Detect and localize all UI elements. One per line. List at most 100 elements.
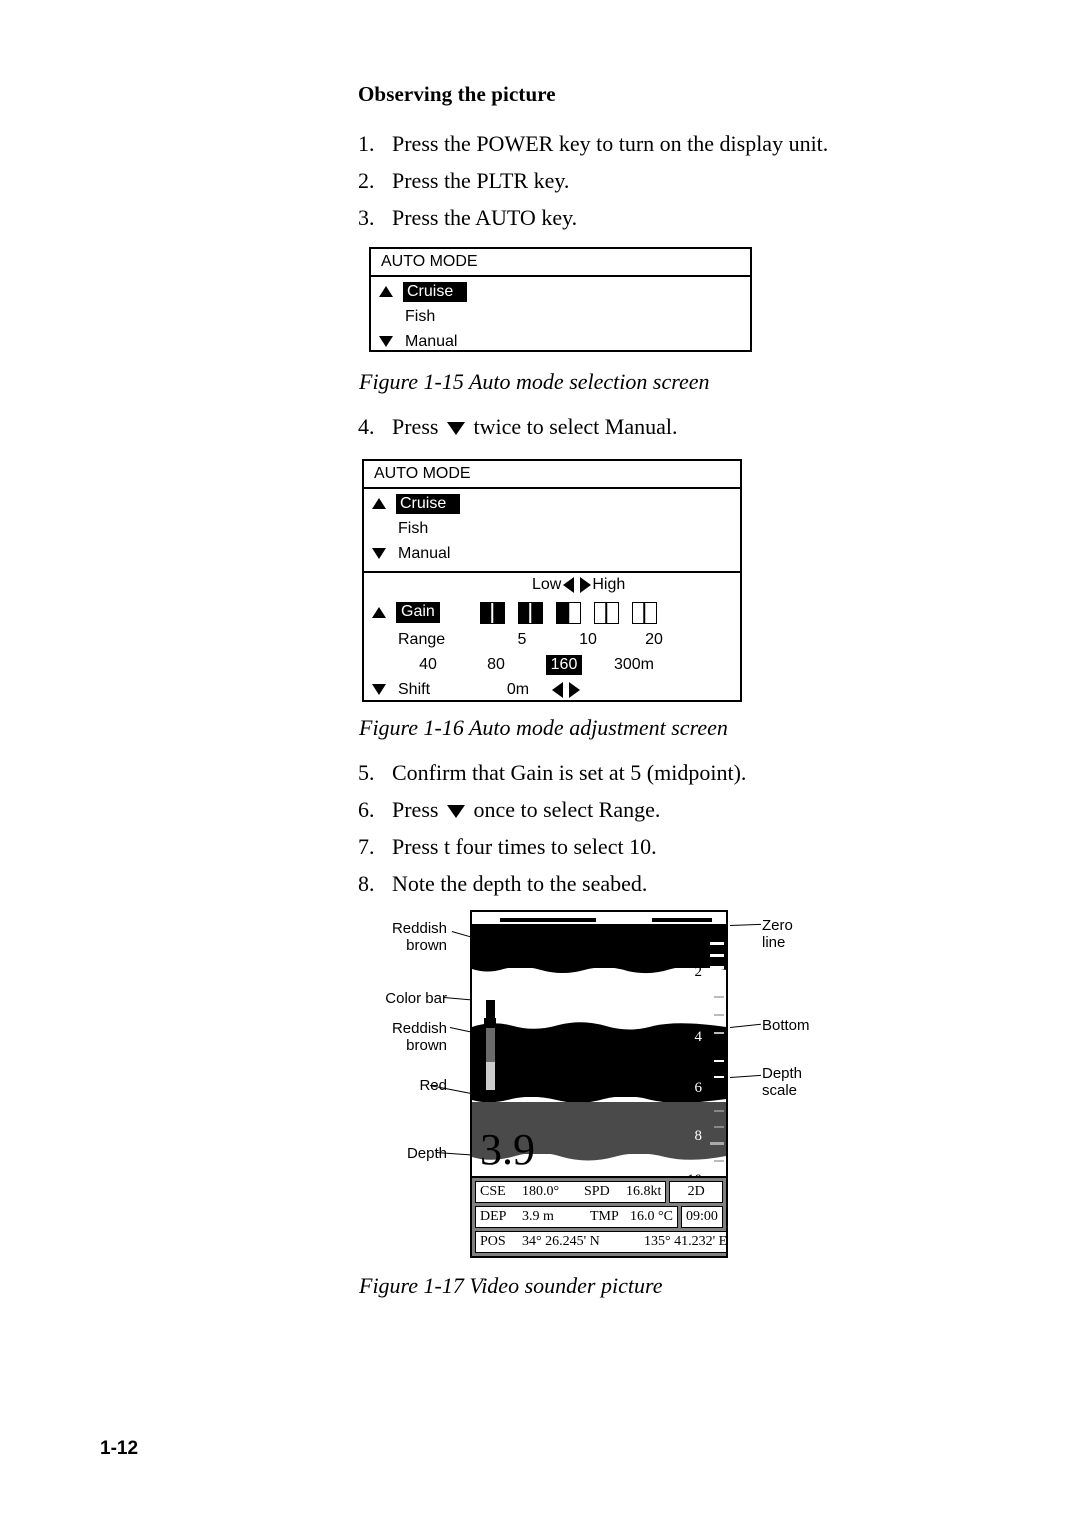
leader-line xyxy=(730,1074,761,1078)
cse-value: 180.0° xyxy=(522,1184,560,1199)
range-row-1[interactable]: Range 5 10 20 xyxy=(364,628,740,653)
gain-scale-legend: Low High xyxy=(532,576,625,594)
color-bar-top xyxy=(486,1000,495,1018)
label-depth-scale: Depth scale xyxy=(762,1065,803,1100)
range-option-80[interactable]: 80 xyxy=(468,656,524,674)
auto-mode-item-label: Fish xyxy=(398,520,429,538)
range-option-300m[interactable]: 300m xyxy=(606,656,662,674)
triangle-left-icon[interactable] xyxy=(563,576,575,593)
step-item-6: 6. Press once to select Range. xyxy=(358,799,660,821)
label-reddish-brown-top: Reddish brown xyxy=(391,920,447,955)
page-title: Observing the picture xyxy=(358,82,556,106)
step-number: 5. xyxy=(358,760,375,785)
gain-high-label: High xyxy=(592,575,626,593)
spd-label: SPD xyxy=(584,1184,610,1199)
triangle-right-icon[interactable] xyxy=(569,682,580,699)
sounder-data-panel: CSE 180.0° SPD 16.8kt 2D DEP 3.9 m TMP 1… xyxy=(472,1176,726,1256)
spd-value: 16.8kt xyxy=(626,1184,662,1199)
auto-mode-item-cruise[interactable]: Cruise xyxy=(371,280,750,305)
gain-segment-2[interactable] xyxy=(517,601,543,624)
auto-mode-item-label: Cruise xyxy=(396,493,461,515)
label-bottom: Bottom xyxy=(762,1017,810,1034)
auto-mode-list: Cruise Fish Manual xyxy=(371,277,750,359)
step-number: 2. xyxy=(358,168,375,193)
sounder-screen: 2 4 6 8 10 3.9 CSE 180.0° SPD 16.8kt 2D … xyxy=(470,910,728,1258)
step-number: 3. xyxy=(358,205,375,230)
auto-mode-item-manual[interactable]: Manual xyxy=(364,542,740,567)
range-option-5[interactable]: 5 xyxy=(494,631,550,649)
auto-mode-item-label: Manual xyxy=(398,545,451,563)
surface-mark xyxy=(500,918,596,922)
step-item-2: 2. Press the PLTR key. xyxy=(358,170,569,192)
auto-mode-adjust-section: Low High Gain Range 5 10 20 40 80 160 30… xyxy=(364,570,740,708)
triangle-down-icon xyxy=(446,805,465,818)
range-option-40[interactable]: 40 xyxy=(400,656,456,674)
leader-line xyxy=(730,923,762,926)
step-item-3: 3. Press the AUTO key. xyxy=(358,207,577,229)
step-text-pre: Press xyxy=(392,797,444,822)
step-number: 6. xyxy=(358,797,375,822)
tmp-label: TMP xyxy=(590,1209,619,1224)
step-number: 1. xyxy=(358,131,375,156)
auto-mode-item-fish[interactable]: Fish xyxy=(364,517,740,542)
page-number: 1-12 xyxy=(100,1438,139,1459)
auto-mode-item-cruise[interactable]: Cruise xyxy=(364,492,740,517)
triangle-down-icon xyxy=(446,422,465,435)
color-bar-cap xyxy=(484,1018,496,1028)
gain-low-label: Low xyxy=(532,575,562,593)
auto-mode-item-label: Fish xyxy=(405,308,436,326)
clock-badge: 09:00 xyxy=(680,1206,723,1228)
triangle-up-icon xyxy=(372,497,396,511)
auto-mode-adjustment-panel: AUTO MODE Cruise Fish Manual Low High Ga… xyxy=(362,459,742,702)
gain-segment-5[interactable] xyxy=(631,601,657,624)
step-text: Press t four times to select 10. xyxy=(392,834,657,859)
gain-segment-1[interactable] xyxy=(479,601,505,624)
depth-scale xyxy=(704,924,726,1166)
step-item-4: 4. Press twice to select Manual. xyxy=(358,416,678,438)
gain-row[interactable]: Gain xyxy=(364,598,740,628)
gain-level-bar[interactable] xyxy=(479,601,670,624)
triangle-right-icon[interactable] xyxy=(580,576,592,593)
step-item-8: 8. Note the depth to the seabed. xyxy=(358,873,647,895)
shift-value: 0m xyxy=(506,681,530,699)
step-number: 8. xyxy=(358,871,375,896)
step-number: 4. xyxy=(358,414,375,439)
triangle-down-icon xyxy=(372,683,396,697)
auto-mode-list: Cruise Fish Manual xyxy=(364,489,740,571)
range-label: Range xyxy=(398,631,446,649)
data-row-2: DEP 3.9 m TMP 16.0 °C 09:00 xyxy=(475,1206,723,1228)
step-number: 7. xyxy=(358,834,375,859)
triangle-up-icon xyxy=(379,285,403,299)
position-cell: POS 34° 26.245' N 135° 41.232' E xyxy=(475,1231,728,1253)
display-mode-badge: 2D xyxy=(669,1181,723,1203)
triangle-down-icon xyxy=(372,547,396,561)
gain-segment-3[interactable] xyxy=(555,601,581,624)
triangle-left-icon[interactable] xyxy=(552,682,563,699)
label-depth: Depth xyxy=(406,1145,447,1162)
color-bar-low xyxy=(486,1062,495,1090)
auto-mode-title: AUTO MODE xyxy=(371,249,750,277)
figure-caption-1-17: Figure 1-17 Video sounder picture xyxy=(359,1273,663,1298)
auto-mode-title: AUTO MODE xyxy=(364,461,740,489)
shift-row[interactable]: Shift 0m xyxy=(364,678,740,703)
shift-arrows[interactable] xyxy=(552,682,580,699)
label-color-bar: Color bar xyxy=(385,990,447,1007)
auto-mode-item-fish[interactable]: Fish xyxy=(371,305,750,330)
step-item-1: 1. Press the POWER key to turn on the dis… xyxy=(358,133,828,155)
step-text: Press the POWER key to turn on the displ… xyxy=(392,131,829,156)
depth-temp-cell: DEP 3.9 m TMP 16.0 °C xyxy=(475,1206,678,1228)
auto-mode-selection-panel: AUTO MODE Cruise Fish Manual xyxy=(369,247,752,352)
range-option-160-selected[interactable]: 160 xyxy=(536,654,592,676)
bottom-band-top-edge xyxy=(472,1022,726,1036)
label-reddish-brown-mid: Reddish brown xyxy=(391,1020,447,1055)
gain-segment-4[interactable] xyxy=(593,601,619,624)
range-option-10[interactable]: 10 xyxy=(560,631,616,649)
range-row-2[interactable]: 40 80 160 300m xyxy=(364,653,740,678)
data-row-1: CSE 180.0° SPD 16.8kt 2D xyxy=(475,1181,723,1203)
range-option-20[interactable]: 20 xyxy=(626,631,682,649)
triangle-up-icon xyxy=(372,606,396,620)
auto-mode-item-manual[interactable]: Manual xyxy=(371,330,750,355)
step-text-post: once to select Range. xyxy=(467,797,661,822)
longitude-value: 135° 41.232' E xyxy=(644,1234,728,1249)
surface-mark xyxy=(652,918,712,922)
